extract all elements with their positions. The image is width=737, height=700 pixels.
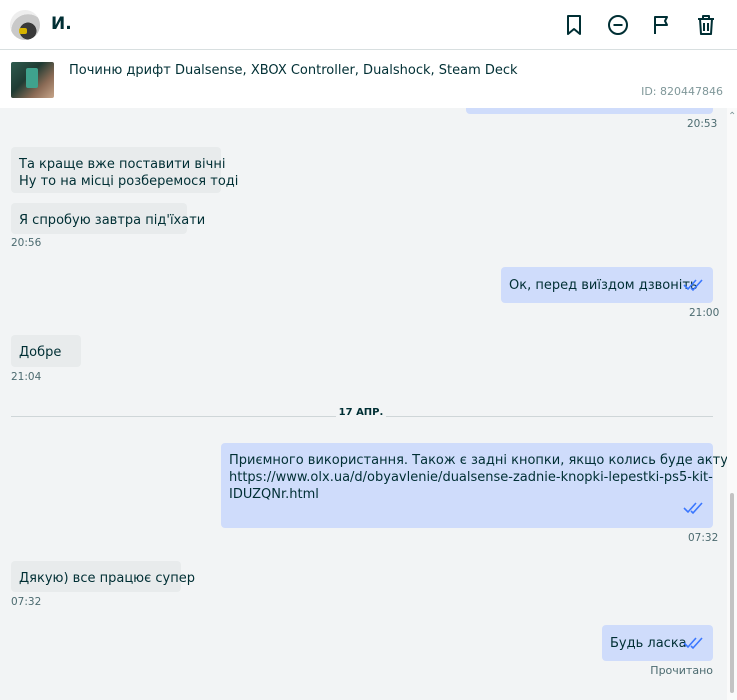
message-outgoing-partial [466, 108, 713, 114]
chat-header: И. [0, 0, 737, 50]
message-incoming: Дякую) все працює супер [11, 561, 195, 592]
scroll-up-icon[interactable]: ⌃ [728, 112, 736, 122]
listing-thumbnail[interactable] [11, 62, 54, 98]
message-time: 21:00 [689, 307, 720, 319]
message-outgoing: Ок, перед виїздом дзвоніть [501, 267, 713, 303]
message-text: Добре [19, 345, 62, 360]
message-incoming: Та краще вже поставити вічні Ну то на мі… [11, 147, 239, 193]
scroll-thumb[interactable] [730, 493, 734, 693]
message-text: Та краще вже поставити вічні [19, 157, 226, 172]
user-name[interactable]: И. [51, 14, 72, 34]
user-avatar[interactable] [10, 10, 40, 40]
listing-bar[interactable]: Починю дрифт Dualsense, XBOX Controller,… [0, 51, 737, 107]
message-text: Дякую) все працює супер [19, 571, 195, 586]
message-incoming: Добре [11, 335, 81, 367]
read-status: Прочитано [650, 664, 713, 677]
message-time: 07:32 [688, 532, 719, 544]
message-time: 21:04 [11, 371, 42, 383]
trash-icon[interactable] [694, 13, 718, 37]
date-separator: 17 АПР. [336, 407, 386, 418]
message-text: Я спробую завтра під'їхати [19, 213, 206, 228]
flag-icon[interactable] [650, 13, 674, 37]
message-incoming: Я спробую завтра під'їхати [11, 203, 205, 234]
listing-id: ID: 820447846 [641, 85, 723, 98]
read-check-icon [683, 636, 705, 650]
message-time: 20:56 [11, 237, 42, 249]
read-check-icon [683, 278, 705, 292]
read-check-icon [683, 501, 705, 515]
listing-title[interactable]: Починю дрифт Dualsense, XBOX Controller,… [69, 63, 518, 78]
message-text: Ну то на місці розберемося тоді [19, 174, 239, 189]
chat-scrollbar[interactable]: ⌃ [727, 108, 737, 700]
message-link[interactable]: IDUZQNr.html [229, 486, 705, 503]
bookmark-icon[interactable] [562, 13, 586, 37]
block-icon[interactable] [606, 13, 630, 37]
message-text: Приємного використання. Також є задні кн… [229, 453, 727, 468]
message-time: 20:53 [687, 118, 718, 130]
message-link[interactable]: https://www.olx.ua/d/obyavlenie/dualsens… [229, 469, 713, 486]
message-outgoing: Будь ласка [602, 625, 713, 661]
message-text: Ок, перед виїздом дзвоніть [509, 278, 698, 293]
message-text: Будь ласка [610, 636, 687, 651]
message-list[interactable]: 20:53 Та краще вже поставити вічні Ну то… [0, 108, 727, 700]
message-time: 07:32 [11, 596, 42, 608]
avatar-badge [19, 28, 27, 34]
message-outgoing: Приємного використання. Також є задні кн… [221, 443, 727, 528]
